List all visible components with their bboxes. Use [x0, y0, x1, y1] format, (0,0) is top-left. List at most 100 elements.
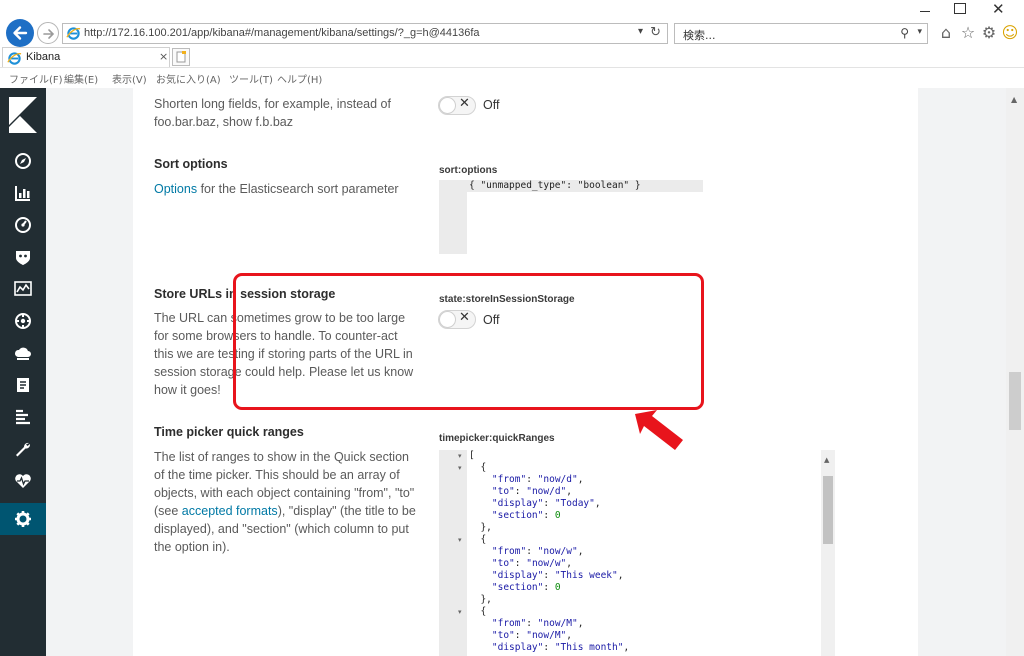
- settings-gear-icon[interactable]: ⚙: [979, 23, 999, 43]
- nav-machine-learning[interactable]: [0, 273, 46, 305]
- nav-dev-tools[interactable]: [0, 433, 46, 465]
- management-page: shortDots:enable Shorten long fields, fo…: [46, 88, 1006, 656]
- nav-graph[interactable]: [0, 305, 46, 337]
- nav-dashboard[interactable]: [0, 209, 46, 241]
- fold-arrow-icon[interactable]: ▾: [458, 608, 462, 616]
- timepicker-code: [ { "from": "now/d", "to": "now/d", "dis…: [469, 450, 629, 654]
- highlight-annotation-box: [233, 273, 704, 410]
- search-box[interactable]: 検索... ⚲ ▾: [674, 23, 928, 44]
- menu-file[interactable]: ファイル(F): [9, 71, 63, 86]
- nav-timelion[interactable]: [0, 241, 46, 273]
- accepted-formats-link[interactable]: accepted formats: [182, 504, 278, 518]
- sort-options-code: { "unmapped_type": "boolean" }: [469, 180, 641, 191]
- setting-key-sort: sort:options: [439, 165, 498, 176]
- setting-desc-shortdots: Shorten long fields, for example, instea…: [154, 97, 391, 129]
- nav-uptime[interactable]: [0, 465, 46, 497]
- code-line: "display": "This week",: [491, 570, 624, 581]
- tab-title: Kibana: [26, 51, 61, 63]
- timelion-shield-icon: [16, 251, 30, 265]
- heartbeat-icon: [15, 474, 31, 488]
- search-icon[interactable]: ⚲: [900, 26, 909, 40]
- code-line: {: [469, 534, 487, 545]
- url-text: http://172.16.100.201/app/kibana#/manage…: [84, 27, 480, 39]
- window-scrollbar-thumb[interactable]: [1009, 372, 1021, 430]
- editor-scrollbar-thumb[interactable]: [823, 476, 833, 544]
- advanced-settings-panel: shortDots:enable Shorten long fields, fo…: [133, 88, 918, 656]
- code-line: "display": "Today",: [491, 498, 601, 509]
- window-maximize-button[interactable]: [954, 3, 966, 14]
- wrench-icon: [16, 442, 31, 457]
- toggle-label-shortdots: Off: [483, 98, 500, 112]
- code-line: "to": "now/M",: [491, 630, 573, 641]
- menu-bar: ファイル(F) 編集(E) 表示(V) お気に入り(A) ツール(T) ヘルプ(…: [0, 67, 1024, 87]
- timepicker-editor[interactable]: ▾ ▾ ▾ ▾ [ { "from": "now/d", "to": "now/…: [439, 450, 703, 656]
- new-tab-button[interactable]: [172, 48, 190, 66]
- home-icon[interactable]: ⌂: [936, 23, 956, 43]
- editor-scrollbar[interactable]: ▲: [821, 450, 835, 656]
- graph-network-icon: [15, 313, 31, 329]
- code-line: "from": "now/M",: [491, 618, 584, 629]
- sort-options-editor[interactable]: { "unmapped_type": "boolean" }: [439, 180, 703, 254]
- window-minimize-button[interactable]: [916, 2, 936, 18]
- nav-logs[interactable]: [0, 369, 46, 401]
- kibana-logo-icon[interactable]: [9, 97, 37, 133]
- nav-management[interactable]: [0, 503, 46, 535]
- scroll-up-icon[interactable]: ▲: [1011, 95, 1017, 104]
- menu-tools[interactable]: ツール(T): [229, 71, 273, 86]
- setting-desc-sort: Options for the Elasticsearch sort param…: [154, 180, 416, 198]
- refresh-icon[interactable]: ↻: [650, 25, 661, 40]
- smiley-feedback-icon[interactable]: ☺: [1000, 23, 1020, 43]
- code-line: "from": "now/w",: [491, 546, 584, 557]
- code-line: "section": 0: [491, 582, 561, 593]
- new-tab-icon: [176, 51, 186, 63]
- window-scrollbar[interactable]: ▲: [1006, 88, 1024, 656]
- management-gear-icon: [15, 511, 31, 527]
- nav-apm[interactable]: [0, 401, 46, 433]
- address-bar[interactable]: http://172.16.100.201/app/kibana#/manage…: [62, 23, 668, 44]
- code-line: "to": "now/w",: [491, 558, 573, 569]
- scroll-up-icon[interactable]: ▲: [824, 456, 829, 464]
- setting-key-shortdots: shortDots:enable: [439, 88, 521, 91]
- fold-arrow-icon[interactable]: ▾: [458, 464, 462, 472]
- search-dropdown-icon[interactable]: ▾: [917, 27, 922, 37]
- code-line: [: [469, 450, 475, 461]
- code-line: {: [469, 606, 487, 617]
- sort-options-link[interactable]: Options: [154, 182, 197, 196]
- close-x-icon: ✕: [459, 96, 470, 111]
- monitoring-cloud-icon: [14, 347, 31, 360]
- code-line: "section": 0: [491, 510, 561, 521]
- code-line: "from": "now/d",: [491, 474, 584, 485]
- arrow-right-icon: [43, 29, 55, 39]
- dashboard-gauge-icon: [15, 217, 31, 233]
- menu-help[interactable]: ヘルプ(H): [277, 71, 322, 86]
- address-dropdown-icon[interactable]: ▾: [638, 26, 643, 37]
- logs-document-icon: [17, 378, 29, 392]
- browser-chrome: http://172.16.100.201/app/kibana#/manage…: [0, 0, 1024, 88]
- setting-desc-timepicker: The list of ranges to show in the Quick …: [154, 448, 416, 556]
- favorites-star-icon[interactable]: ☆: [958, 23, 978, 43]
- setting-title-sort: Sort options: [154, 157, 228, 171]
- window-close-button[interactable]: ✕: [992, 0, 1005, 18]
- apm-lines-icon: [16, 409, 30, 425]
- menu-view[interactable]: 表示(V): [112, 71, 147, 86]
- fold-arrow-icon[interactable]: ▾: [458, 536, 462, 544]
- discover-compass-icon: [15, 153, 31, 169]
- ie-logo-icon: [66, 27, 81, 40]
- menu-edit[interactable]: 編集(E): [64, 71, 98, 86]
- toggle-shortdots[interactable]: ✕: [438, 96, 476, 115]
- kibana-sidebar: [0, 88, 46, 656]
- nav-monitoring[interactable]: [0, 337, 46, 369]
- menu-favorites[interactable]: お気に入り(A): [156, 71, 221, 86]
- nav-visualize[interactable]: [0, 177, 46, 209]
- forward-button[interactable]: [37, 22, 59, 44]
- code-line: },: [469, 594, 492, 605]
- search-input[interactable]: 検索...: [683, 27, 716, 43]
- browser-tab[interactable]: Kibana ×: [2, 47, 170, 68]
- setting-desc-sort-text: for the Elasticsearch sort parameter: [197, 182, 399, 196]
- code-line: {: [469, 462, 487, 473]
- nav-discover[interactable]: [0, 145, 46, 177]
- editor-gutter: [439, 450, 467, 656]
- fold-arrow-icon[interactable]: ▾: [458, 452, 462, 460]
- back-button[interactable]: [6, 19, 34, 47]
- tab-close-icon[interactable]: ×: [159, 50, 168, 63]
